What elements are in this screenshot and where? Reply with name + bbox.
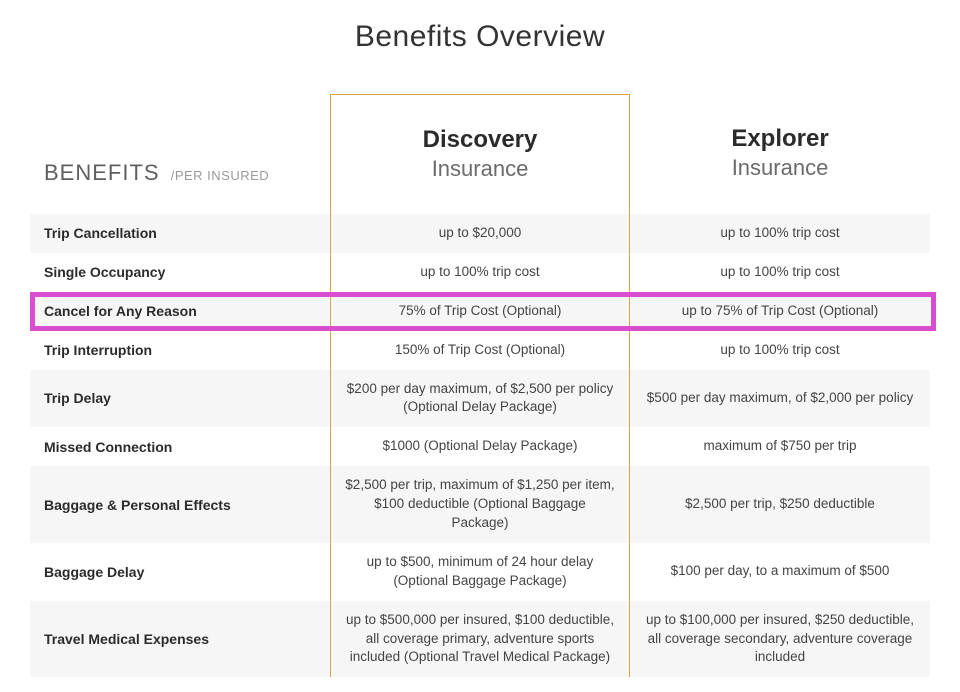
plan-header-discovery: Discovery Insurance — [330, 94, 630, 214]
benefit-label: Baggage & Personal Effects — [30, 466, 330, 543]
benefit-value-explorer: $2,500 per trip, $250 deductible — [630, 466, 930, 543]
benefit-value-explorer: up to 100% trip cost — [630, 214, 930, 253]
benefit-label: Cancel for Any Reason — [30, 292, 330, 331]
benefit-label: Trip Delay — [30, 370, 330, 428]
benefit-value-explorer: up to 100% trip cost — [630, 253, 930, 292]
table-row: Baggage Delayup to $500, minimum of 24 h… — [30, 543, 930, 601]
plan-sub-discovery: Insurance — [432, 155, 529, 184]
plan-header-explorer: Explorer Insurance — [630, 94, 930, 214]
benefit-value-explorer: $100 per day, to a maximum of $500 — [630, 543, 930, 601]
benefit-value-explorer: $500 per day maximum, of $2,000 per poli… — [630, 370, 930, 428]
benefit-value-discovery: 75% of Trip Cost (Optional) — [330, 292, 630, 331]
benefit-label: Baggage Delay — [30, 543, 330, 601]
table-header-row: BENEFITS /PER INSURED Discovery Insuranc… — [30, 94, 930, 214]
benefit-label: Single Occupancy — [30, 253, 330, 292]
plan-sub-explorer: Insurance — [732, 154, 829, 183]
benefit-value-discovery: $2,500 per trip, maximum of $1,250 per i… — [330, 466, 630, 543]
benefit-label: Missed Connection — [30, 427, 330, 466]
benefit-value-discovery: 150% of Trip Cost (Optional) — [330, 331, 630, 370]
plan-name-discovery: Discovery — [423, 126, 538, 155]
benefit-value-discovery: up to 100% trip cost — [330, 253, 630, 292]
benefit-value-explorer: maximum of $750 per trip — [630, 427, 930, 466]
benefits-overview-page: Benefits Overview BENEFITS /PER INSURED … — [0, 0, 960, 677]
benefit-value-discovery: up to $500,000 per insured, $100 deducti… — [330, 601, 630, 678]
table-row: Travel Medical Expensesup to $500,000 pe… — [30, 601, 930, 678]
benefit-value-discovery: up to $20,000 — [330, 214, 630, 253]
table-row: Trip Interruption150% of Trip Cost (Opti… — [30, 331, 930, 370]
benefit-label: Trip Interruption — [30, 331, 330, 370]
benefit-value-discovery: $1000 (Optional Delay Package) — [330, 427, 630, 466]
table-row: Trip Delay$200 per day maximum, of $2,50… — [30, 370, 930, 428]
benefits-header-main: BENEFITS — [44, 160, 160, 185]
table-row: Cancel for Any Reason75% of Trip Cost (O… — [30, 292, 930, 331]
benefits-table: BENEFITS /PER INSURED Discovery Insuranc… — [30, 94, 930, 677]
table-row: Missed Connection$1000 (Optional Delay P… — [30, 427, 930, 466]
benefit-value-explorer: up to 100% trip cost — [630, 331, 930, 370]
plan-name-explorer: Explorer — [731, 125, 828, 154]
benefit-value-explorer: up to 75% of Trip Cost (Optional) — [630, 292, 930, 331]
benefits-header-sub: /PER INSURED — [171, 168, 269, 183]
table-row: Single Occupancyup to 100% trip costup t… — [30, 253, 930, 292]
page-title: Benefits Overview — [30, 20, 930, 54]
benefits-column-header: BENEFITS /PER INSURED — [30, 94, 330, 214]
table-row: Baggage & Personal Effects$2,500 per tri… — [30, 466, 930, 543]
benefit-label: Trip Cancellation — [30, 214, 330, 253]
benefit-value-discovery: $200 per day maximum, of $2,500 per poli… — [330, 370, 630, 428]
table-row: Trip Cancellationup to $20,000up to 100%… — [30, 214, 930, 253]
benefit-label: Travel Medical Expenses — [30, 601, 330, 678]
benefit-value-explorer: up to $100,000 per insured, $250 deducti… — [630, 601, 930, 678]
benefit-value-discovery: up to $500, minimum of 24 hour delay (Op… — [330, 543, 630, 601]
